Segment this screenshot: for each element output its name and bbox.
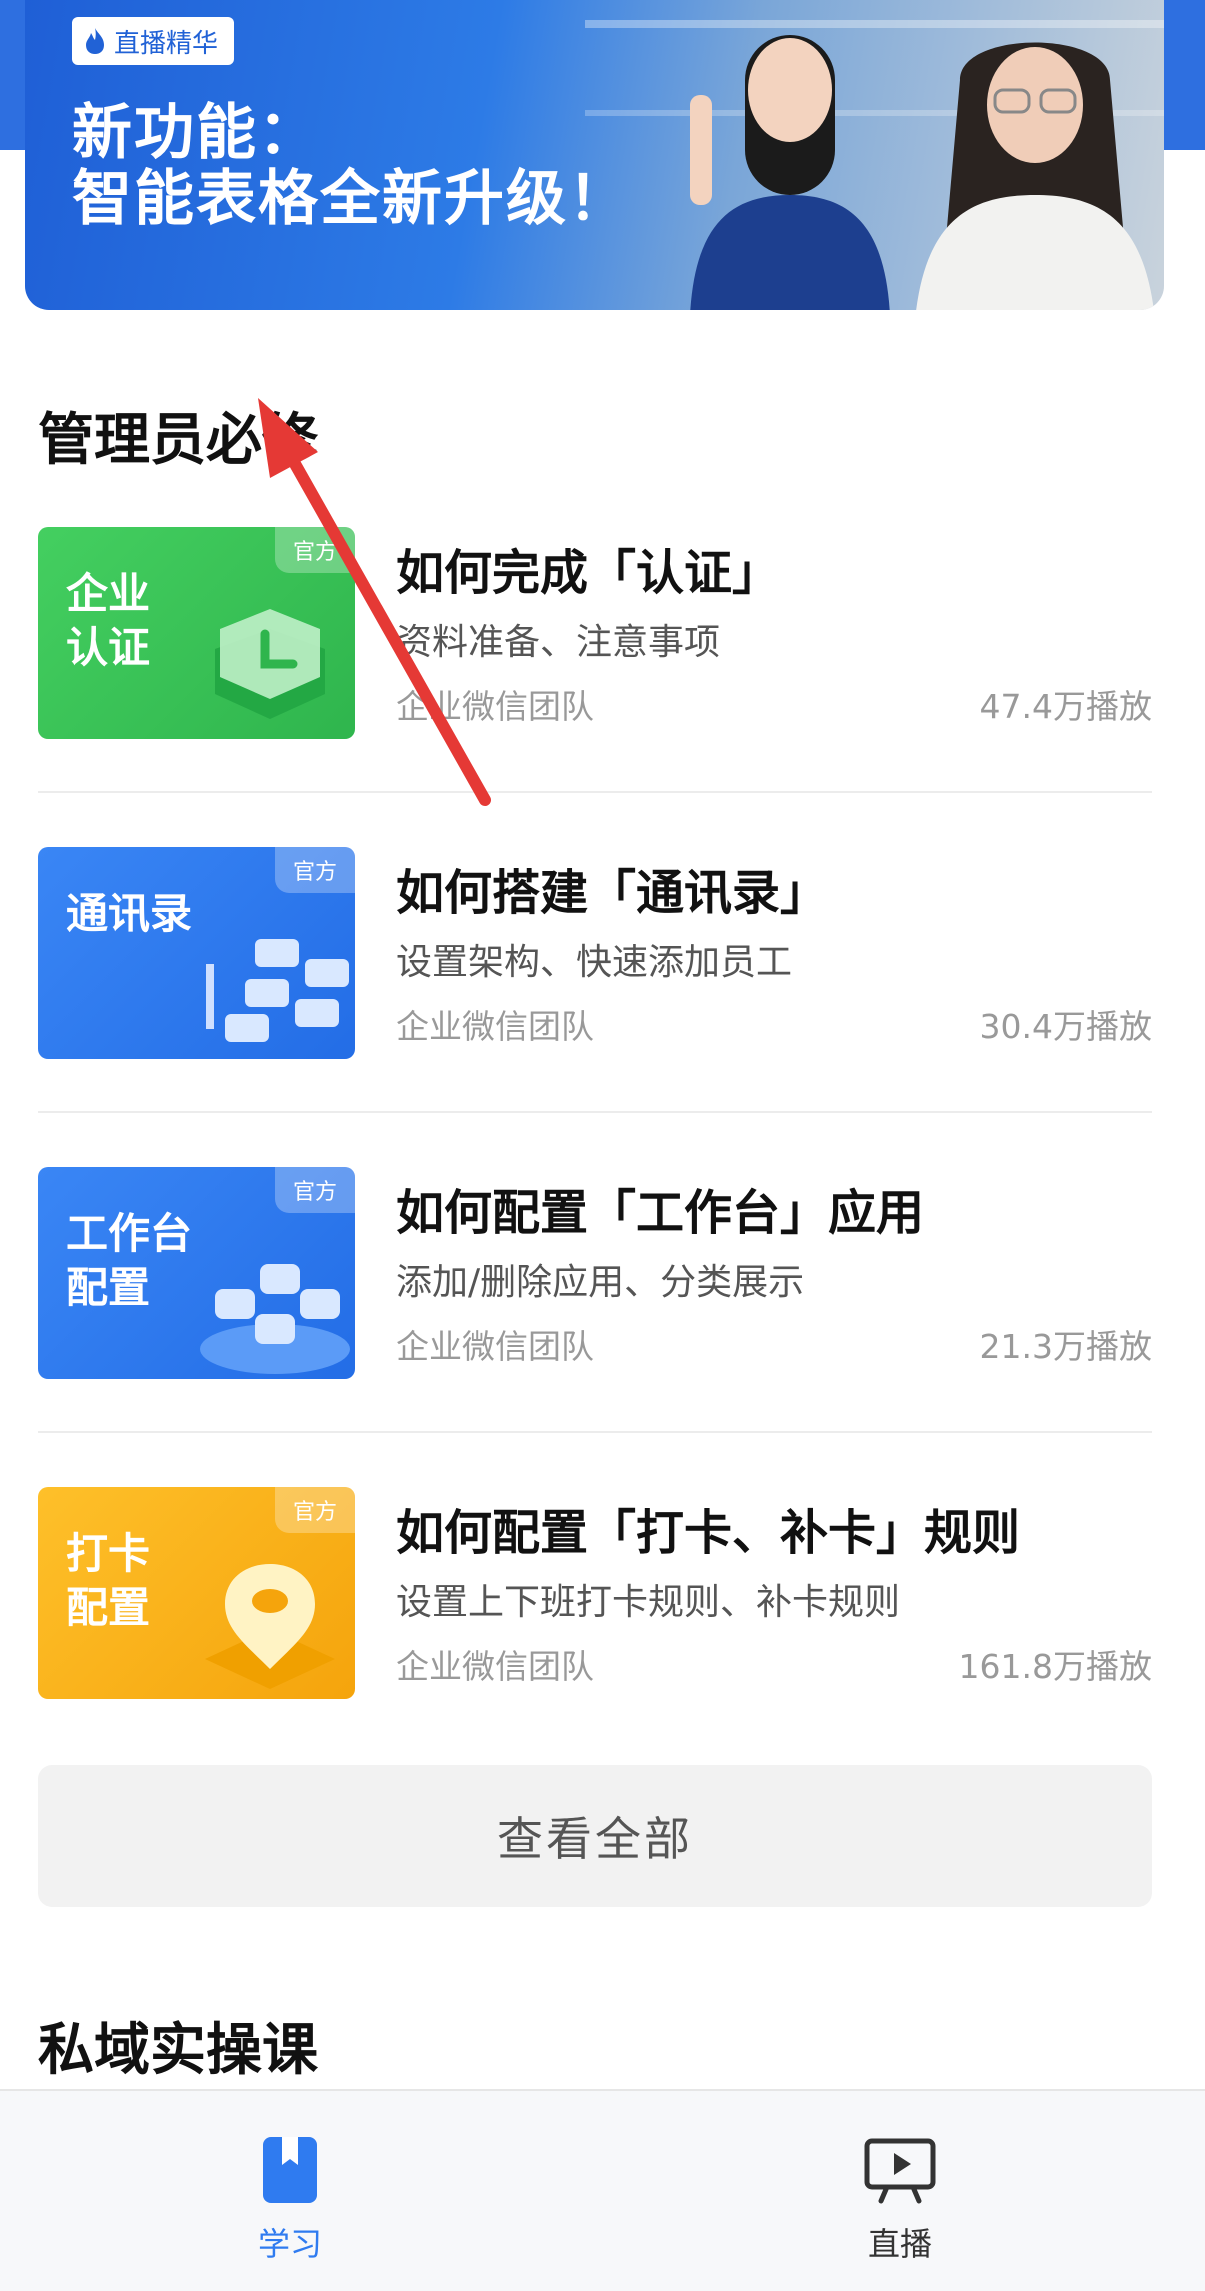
flame-icon: [86, 28, 104, 54]
course-description: 添加/删除应用、分类展示: [396, 1262, 805, 1303]
live-screen-icon: [864, 2138, 936, 2204]
course-description: 资料准备、注意事项: [396, 622, 721, 663]
course-author: 企业微信团队: [396, 1647, 594, 1686]
official-tag: 官方: [275, 1167, 355, 1213]
course-thumbnail: 官方 企业 认证: [38, 527, 355, 739]
banner-title-line1: 新功能：: [72, 98, 320, 168]
course-item[interactable]: 官方 通讯录 如何搭建「通讯录」 设置架构、快速添加员工 企业微信团队 30.4…: [38, 847, 1152, 1059]
live-highlight-badge: 直播精华: [72, 17, 235, 65]
course-author: 企业微信团队: [396, 687, 594, 726]
view-all-button[interactable]: 查看全部: [38, 1765, 1152, 1907]
thumbnail-text: 打卡 配置: [66, 1529, 151, 1632]
course-author: 企业微信团队: [396, 1327, 594, 1366]
tab-live[interactable]: 直播: [750, 2091, 1050, 2291]
banner-title-line2: 智能表格全新升级！: [72, 164, 630, 234]
divider: [38, 791, 1152, 793]
live-highlight-banner[interactable]: 直播精华 新功能： 智能表格全新升级！: [25, 0, 1164, 310]
divider: [38, 1431, 1152, 1433]
course-title: 如何搭建「通讯录」: [396, 865, 829, 921]
course-description: 设置架构、快速添加员工: [396, 942, 793, 983]
tab-label: 学习: [257, 2225, 322, 2263]
course-title: 如何完成「认证」: [396, 545, 781, 601]
tab-label: 直播: [867, 2225, 932, 2263]
tab-learn[interactable]: 学习: [140, 2091, 440, 2291]
thumbnail-text: 企业 认证: [66, 569, 151, 672]
divider: [38, 1111, 1152, 1113]
contacts-tree-icon: [206, 939, 349, 1042]
section-title-private: 私域实操课: [38, 2018, 318, 2083]
bottom-tab-bar: 学习 直播: [0, 2089, 1205, 2291]
workbench-grid-icon: [200, 1264, 350, 1374]
red-arrow-annotation: [258, 398, 491, 806]
course-description: 设置上下班打卡规则、补卡规则: [396, 1582, 901, 1623]
presenter-image: [690, 35, 890, 310]
course-thumbnail: 官方 工作台 配置: [38, 1167, 355, 1379]
badge-label: 直播精华: [114, 28, 219, 59]
presenter-image: [916, 42, 1154, 310]
course-author: 企业微信团队: [396, 1007, 594, 1046]
shield-clock-icon: [215, 609, 325, 719]
course-play-count: 30.4万播放: [979, 1007, 1152, 1046]
thumbnail-text: 通讯录: [66, 889, 193, 938]
course-item[interactable]: 官方 企业 认证 如何完成「认证」 资料准备、注意事项 企业微信团队 47.4万…: [38, 527, 1152, 739]
course-play-count: 47.4万播放: [979, 687, 1152, 726]
course-item[interactable]: 官方 工作台 配置 如何配置「工作台」应用 添加/删除应用、分类展示 企业微信团…: [38, 1167, 1152, 1379]
course-title: 如何配置「工作台」应用: [396, 1185, 925, 1241]
section-title-admin: 管理员必修: [38, 408, 318, 473]
course-thumbnail: 官方 打卡 配置: [38, 1487, 355, 1699]
thumbnail-text: 工作台 配置: [66, 1209, 193, 1312]
course-play-count: 161.8万播放: [958, 1647, 1152, 1686]
course-title: 如何配置「打卡、补卡」规则: [396, 1505, 1021, 1561]
course-play-count: 21.3万播放: [979, 1327, 1152, 1366]
course-thumbnail: 官方 通讯录: [38, 847, 355, 1059]
course-item[interactable]: 官方 打卡 配置 如何配置「打卡、补卡」规则 设置上下班打卡规则、补卡规则 企业…: [38, 1487, 1152, 1699]
book-icon: [263, 2137, 317, 2203]
official-tag: 官方: [275, 1487, 355, 1533]
banner-title: 新功能： 智能表格全新升级！: [72, 100, 630, 232]
official-tag: 官方: [275, 527, 355, 573]
location-pin-icon: [205, 1564, 335, 1689]
official-tag: 官方: [275, 847, 355, 893]
